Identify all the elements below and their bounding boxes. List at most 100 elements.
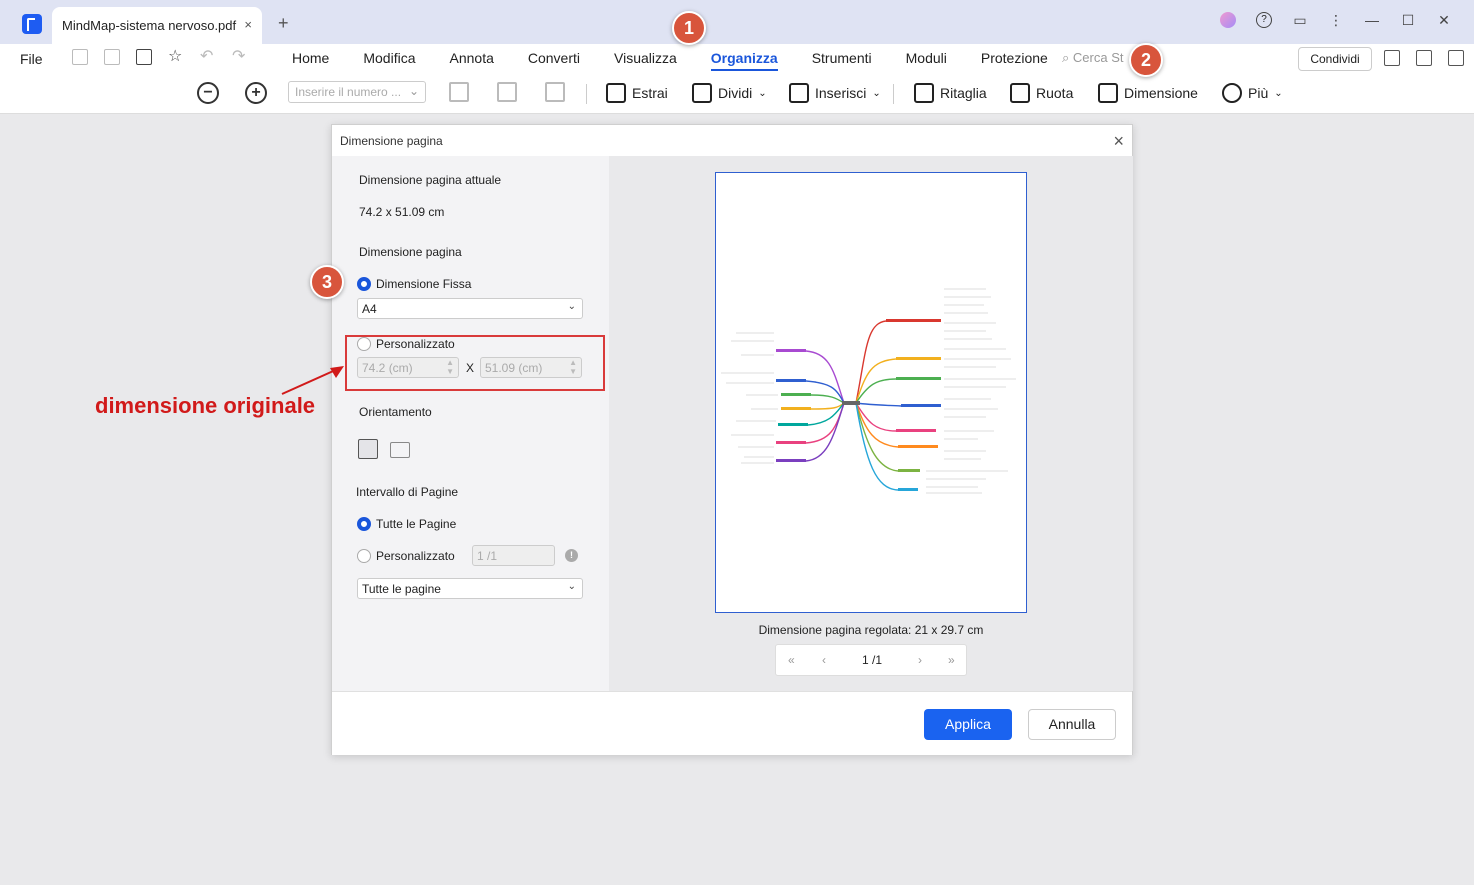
menu-organizza[interactable]: Organizza <box>710 50 778 71</box>
menu-moduli[interactable]: Moduli <box>906 50 947 71</box>
tab-close-icon[interactable]: × <box>244 17 252 32</box>
all-pages-label: Tutte le Pagine <box>376 517 457 531</box>
page-size-button[interactable]: Dimensione <box>1098 83 1198 103</box>
undo-icon[interactable]: ↶ <box>200 49 216 65</box>
pager-current: 1 /1 <box>862 653 883 667</box>
maximize-icon[interactable]: ☐ <box>1400 12 1416 28</box>
print-icon[interactable] <box>136 49 152 65</box>
main-menu: Home Modifica Annota Converti Visualizza… <box>292 50 1082 71</box>
menu-visualizza[interactable]: Visualizza <box>614 50 677 71</box>
current-size-label: Dimensione pagina attuale <box>359 173 502 187</box>
portrait-icon[interactable] <box>358 439 378 459</box>
split-button[interactable]: Dividi ⌄ <box>692 83 767 103</box>
toolbar-divider <box>586 84 587 104</box>
fixed-size-radio[interactable] <box>357 277 371 291</box>
extract-icon <box>606 83 626 103</box>
toolbar-divider <box>893 84 894 104</box>
close-icon[interactable]: × <box>1113 131 1124 152</box>
menu-converti[interactable]: Converti <box>528 50 580 71</box>
cancel-button[interactable]: Annulla <box>1028 709 1116 740</box>
step-badge-1: 1 <box>672 11 706 45</box>
step-badge-3: 3 <box>310 265 344 299</box>
custom-range-radio[interactable] <box>357 549 371 563</box>
landscape-icon[interactable] <box>390 442 410 458</box>
preview-pager: « ‹ 1 /1 › » <box>775 644 967 676</box>
rotate-label: Ruota <box>1036 85 1074 101</box>
extract-label: Estrai <box>632 85 668 101</box>
more-vertical-icon[interactable]: ⋮ <box>1328 12 1344 28</box>
share-button[interactable]: Condividi <box>1298 47 1372 71</box>
swap-page-icon <box>497 82 517 102</box>
fixed-size-select[interactable]: A4 ⌄ <box>357 298 583 319</box>
split-icon <box>692 83 712 103</box>
chevron-down-icon: ⌄ <box>408 84 419 98</box>
crop-icon <box>914 83 934 103</box>
prev-page-icon[interactable]: ‹ <box>822 653 826 667</box>
chevron-down-icon: ⌄ <box>567 301 576 312</box>
organize-toolbar: − + Inserire il numero ... ⌄ Estrai Divi… <box>0 74 1474 114</box>
page-subset-select[interactable]: Tutte le pagine ⌄ <box>357 578 583 599</box>
custom-range-value: 1 /1 <box>477 549 498 563</box>
more-button[interactable]: Più ⌄ <box>1222 83 1283 103</box>
redo-icon[interactable]: ↷ <box>232 49 248 65</box>
fixed-size-label: Dimensione Fissa <box>376 277 472 291</box>
page-preview <box>715 172 1027 613</box>
page-number-input[interactable]: Inserire il numero ... ⌄ <box>288 81 426 103</box>
replace-page-icon <box>449 82 469 102</box>
avatar[interactable] <box>1220 12 1236 28</box>
apply-button[interactable]: Applica <box>924 709 1012 740</box>
current-size-value: 74.2 x 51.09 cm <box>359 205 445 219</box>
crop-button[interactable]: Ritaglia <box>914 83 987 103</box>
annotation-note: dimensione originale <box>95 393 316 418</box>
save-icon[interactable] <box>72 49 88 65</box>
page-number-placeholder: Inserire il numero ... <box>295 85 402 99</box>
zoom-out-icon[interactable]: − <box>197 82 219 104</box>
settings-panel: Dimensione pagina attuale 74.2 x 51.09 c… <box>332 156 609 691</box>
new-tab-icon[interactable]: + <box>278 13 289 34</box>
dialog-footer: Applica Annulla <box>332 691 1132 755</box>
menu-home[interactable]: Home <box>292 50 329 71</box>
dialog-title: Dimensione pagina <box>340 134 443 148</box>
info-icon[interactable]: ! <box>565 549 578 562</box>
help-icon[interactable]: ? <box>1256 12 1272 28</box>
close-window-icon[interactable]: ✕ <box>1436 12 1452 28</box>
menu-annota[interactable]: Annota <box>450 50 494 71</box>
reader-icon[interactable] <box>1384 50 1400 66</box>
more-label: Più <box>1248 85 1269 101</box>
insert-button[interactable]: Inserisci ⌄ <box>789 83 881 103</box>
first-page-icon[interactable]: « <box>788 653 795 667</box>
resize-icon <box>1098 83 1118 103</box>
app-logo-icon <box>22 14 42 34</box>
minimize-icon[interactable]: — <box>1364 12 1380 28</box>
document-tab[interactable]: MindMap-sistema nervoso.pdf × <box>52 7 262 44</box>
file-menu[interactable]: File <box>20 51 43 67</box>
delete-page-icon <box>545 82 565 102</box>
page-size-label: Dimensione pagina <box>359 245 462 259</box>
search-field[interactable]: ⌕ Cerca St <box>1062 50 1123 66</box>
save-as-icon[interactable] <box>104 49 120 65</box>
menu-right-icons <box>1384 50 1464 66</box>
cloud-upload-icon[interactable] <box>1416 50 1432 66</box>
menu-modifica[interactable]: Modifica <box>363 50 415 71</box>
chevron-down-icon: ⌄ <box>758 87 767 99</box>
next-page-icon[interactable]: › <box>918 653 922 667</box>
custom-range-label: Personalizzato <box>376 549 455 563</box>
collapse-panel-icon[interactable] <box>1448 50 1464 66</box>
crop-label: Ritaglia <box>940 85 987 101</box>
extract-button[interactable]: Estrai <box>606 83 668 103</box>
tab-title: MindMap-sistema nervoso.pdf <box>62 18 237 33</box>
star-icon[interactable]: ☆ <box>168 49 184 65</box>
menu-protezione[interactable]: Protezione <box>981 50 1048 71</box>
mindmap-thumbnail <box>721 288 1016 494</box>
all-pages-radio[interactable] <box>357 517 371 531</box>
feedback-icon[interactable]: ▭ <box>1292 12 1308 28</box>
fixed-size-value: A4 <box>362 302 377 316</box>
menu-strumenti[interactable]: Strumenti <box>812 50 872 71</box>
custom-range-input[interactable]: 1 /1 <box>472 545 555 566</box>
step-badge-2: 2 <box>1129 43 1163 77</box>
page-size-label: Dimensione <box>1124 85 1198 101</box>
last-page-icon[interactable]: » <box>948 653 955 667</box>
preview-panel: Dimensione pagina regolata: 21 x 29.7 cm… <box>609 156 1133 691</box>
rotate-button[interactable]: Ruota <box>1010 83 1073 103</box>
zoom-in-icon[interactable]: + <box>245 82 267 104</box>
